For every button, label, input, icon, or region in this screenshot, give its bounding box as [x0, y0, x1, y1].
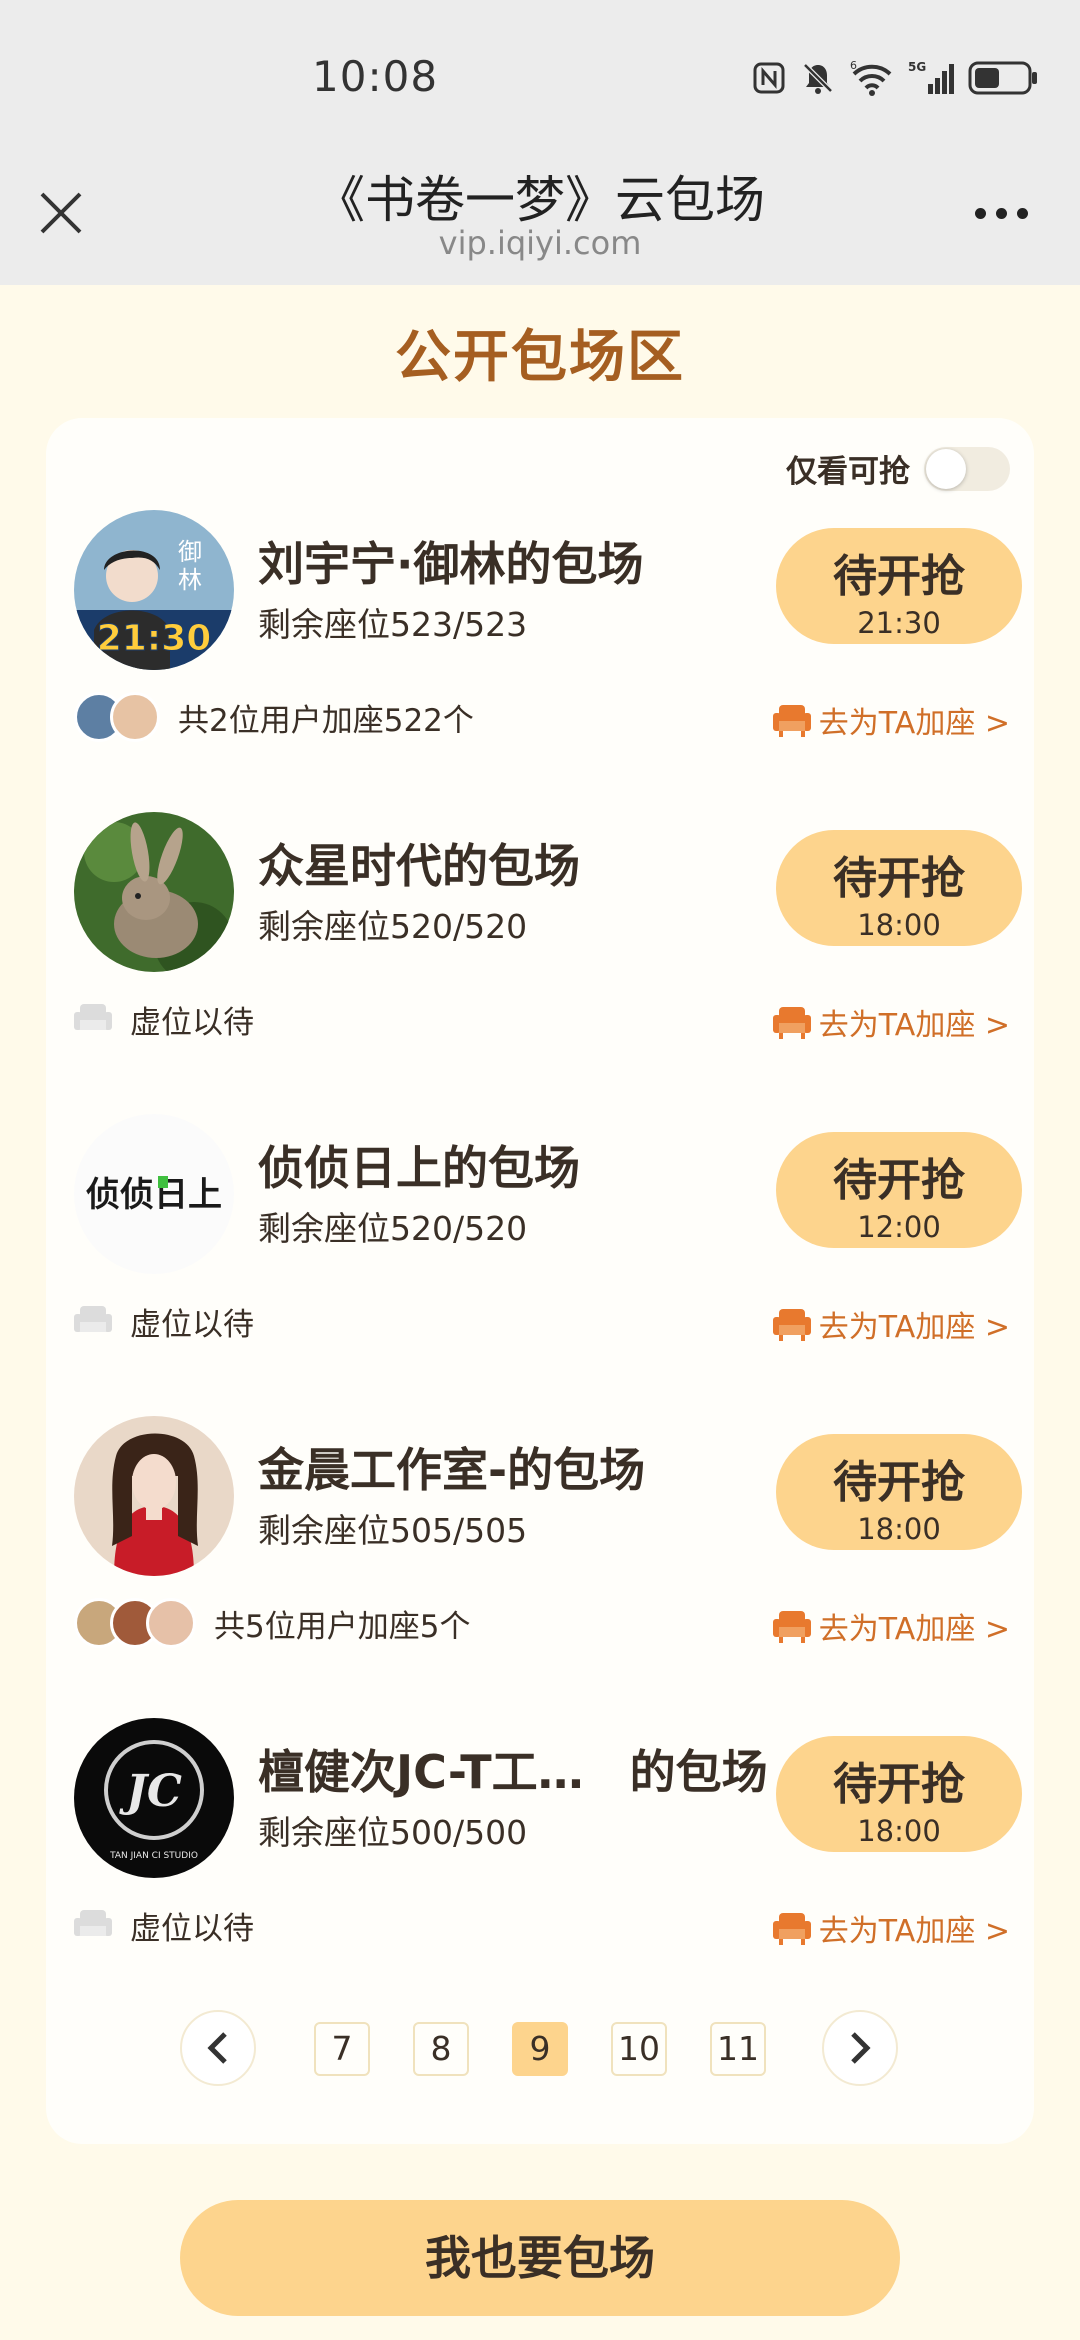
session-avatar: 侦侦日上: [74, 1114, 234, 1274]
grab-time: 18:00: [857, 908, 941, 942]
nfc-icon: [753, 62, 785, 94]
page-number[interactable]: 7: [314, 2022, 370, 2076]
svg-text:御: 御: [178, 538, 202, 566]
session-avatar: JC TAN JIAN CI STUDIO: [74, 1718, 234, 1878]
mute-icon: [803, 63, 833, 94]
svg-text:5G: 5G: [908, 60, 926, 74]
session-seats: 剩余座位505/505: [258, 1511, 528, 1550]
empty-seat-icon: [74, 1910, 112, 1936]
prev-page-button[interactable]: [180, 2010, 256, 2086]
svg-text:TAN JIAN CI STUDIO: TAN JIAN CI STUDIO: [109, 1851, 198, 1861]
add-seat-link[interactable]: 去为TA加座 >: [772, 1906, 1010, 1950]
page-number[interactable]: 10: [611, 2022, 667, 2076]
svg-text:6: 6: [850, 60, 857, 72]
add-seat-text: 去为TA加座 >: [818, 1914, 1010, 1949]
session-avatar: [74, 812, 234, 972]
session-title: 刘宇宁·御林的包场: [258, 537, 644, 591]
session-title: 众星时代的包场: [258, 839, 580, 893]
session-seats: 剩余座位500/500: [258, 1813, 528, 1852]
section-title: 公开包场区: [395, 325, 685, 390]
grab-label: 待开抢: [833, 1155, 965, 1206]
page-title: 《书卷一梦》云包场: [315, 171, 765, 229]
signal-icon: 5G: [908, 60, 954, 94]
svg-text:JC: JC: [119, 1766, 182, 1817]
page-url: vip.iqiyi.com: [438, 224, 642, 262]
session-seats: 剩余座位523/523: [258, 605, 528, 644]
grab-button[interactable]: 待开抢 21:30: [776, 528, 1022, 644]
grab-button[interactable]: 待开抢 18:00: [776, 1736, 1022, 1852]
grab-time: 18:00: [857, 1814, 941, 1848]
grab-label: 待开抢: [833, 853, 965, 904]
session-seats: 剩余座位520/520: [258, 1209, 528, 1248]
grab-label: 待开抢: [833, 1457, 965, 1508]
grab-button[interactable]: 待开抢 18:00: [776, 830, 1022, 946]
next-page-button[interactable]: [822, 2010, 898, 2086]
grab-button[interactable]: 待开抢 12:00: [776, 1132, 1022, 1248]
battery-icon: [968, 61, 1037, 95]
page-number[interactable]: 11: [710, 2022, 766, 2076]
chevron-left-icon: [207, 2032, 227, 2064]
session-title: 檀健次JC-T工… 的包场: [258, 1745, 768, 1799]
grab-time: 21:30: [857, 606, 941, 640]
grab-label: 待开抢: [833, 1759, 965, 1810]
svg-text:侦侦日上: 侦侦日上: [86, 1175, 222, 1215]
more-options-button[interactable]: [975, 208, 1028, 219]
session-row: 众星时代的包场 剩余座位520/520 待开抢 18:00 虚位以待 去为TA加…: [46, 720, 1034, 1043]
wifi-icon: 6: [850, 60, 892, 96]
status-time: 10:08: [312, 52, 439, 101]
grab-button[interactable]: 待开抢 18:00: [776, 1434, 1022, 1550]
session-row: JC TAN JIAN CI STUDIO 檀健次JC-T工… 的包场 剩余座位…: [46, 1626, 1034, 1949]
session-avatar: [74, 1416, 234, 1576]
page-number[interactable]: 8: [413, 2022, 469, 2076]
session-footer: 虚位以待: [74, 1898, 254, 1952]
grab-label: 待开抢: [833, 551, 965, 602]
grab-time: 12:00: [857, 1210, 941, 1244]
session-row: 侦侦日上 侦侦日上的包场 剩余座位520/520 待开抢 12:00 虚位以待 …: [46, 1022, 1034, 1345]
status-bar: 10:08 6 5G: [0, 0, 1080, 160]
svg-text:林: 林: [178, 566, 202, 594]
session-title: 金晨工作室-的包场: [258, 1443, 646, 1497]
pagination: 7 8 9 10 11: [46, 2010, 1034, 2090]
session-list-card: 仅看可抢 御 林 21:30 刘宇宁·御林的包场 剩余座位523/523 待开抢…: [46, 418, 1034, 2144]
session-avatar: 御 林 21:30: [74, 510, 234, 670]
system-icons: 6 5G: [752, 60, 1038, 96]
svg-text:21:30: 21:30: [97, 618, 212, 659]
session-seats: 剩余座位520/520: [258, 907, 528, 946]
session-row: 金晨工作室-的包场 剩余座位505/505 待开抢 18:00 共5位用户加座5…: [46, 1324, 1034, 1648]
web-header: 《书卷一梦》云包场 vip.iqiyi.com: [0, 160, 1080, 285]
grab-time: 18:00: [857, 1512, 941, 1546]
create-session-button[interactable]: 我也要包场: [180, 2200, 900, 2316]
session-row: 御 林 21:30 刘宇宁·御林的包场 剩余座位523/523 待开抢 21:3…: [46, 418, 1034, 742]
vacancy-text: 虚位以待: [130, 1910, 254, 1947]
page-number-current[interactable]: 9: [512, 2022, 568, 2076]
chevron-right-icon: [851, 2032, 871, 2064]
session-title: 侦侦日上的包场: [258, 1141, 580, 1195]
seat-icon: [772, 1913, 811, 1945]
